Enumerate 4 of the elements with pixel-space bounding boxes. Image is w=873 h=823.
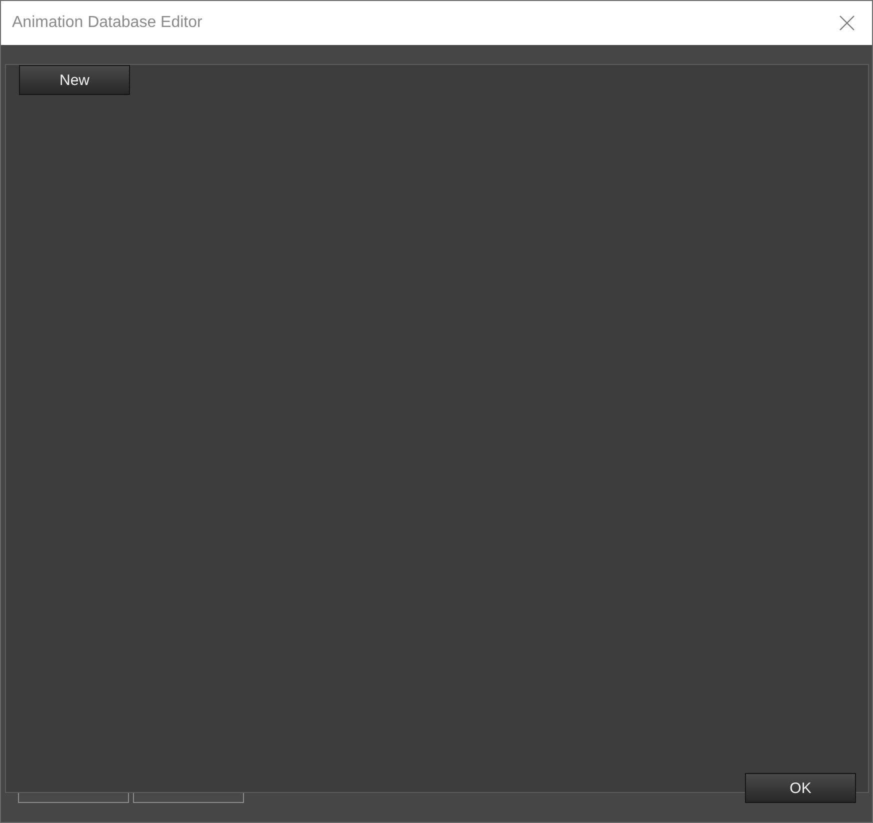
close-icon	[839, 15, 855, 31]
window-title: Animation Database Editor	[12, 14, 202, 32]
new-button[interactable]: New	[19, 65, 130, 95]
ok-button[interactable]: OK	[745, 773, 856, 803]
